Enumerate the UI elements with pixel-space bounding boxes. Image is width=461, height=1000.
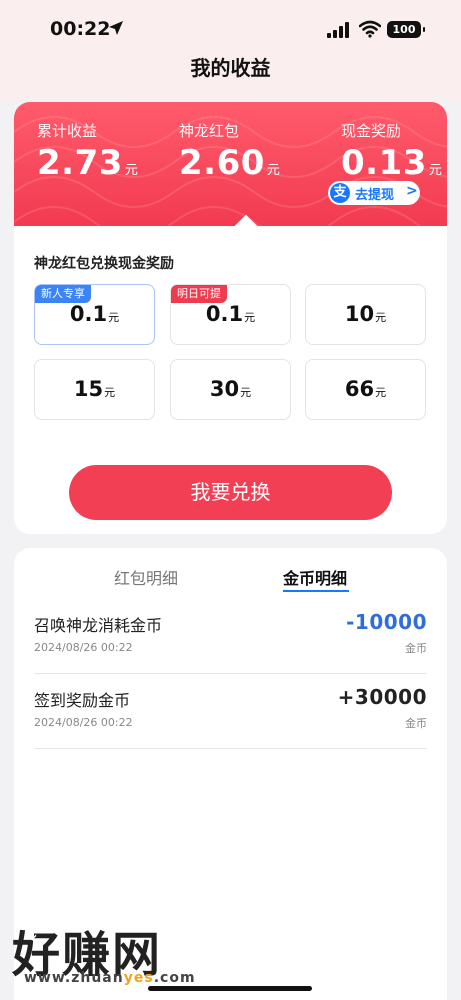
row-title: 签到奖励金币 [34,691,131,710]
row-amount: +30000 [337,685,427,709]
option-amount-value: 10 [344,302,375,326]
option-amount-value: 15 [73,377,104,401]
new-user-tag: 新人专享 [35,285,91,303]
list-item: 召唤神龙消耗金币 2024/08/26 00:22 -10000 金币 [34,598,427,674]
page-header: 我的收益 [0,40,461,100]
option-unit: 元 [375,311,387,324]
withdraw-button[interactable]: 支 去提现 > [328,181,420,205]
watermark-url-accent: yes [123,970,154,986]
exchange-option-30[interactable]: 30元 [170,359,291,420]
exchange-option-15[interactable]: 15元 [34,359,155,420]
cellular-signal-icon [327,22,349,38]
page-title: 我的收益 [190,56,271,80]
option-unit: 元 [375,386,387,399]
total-earnings-unit: 元 [124,163,139,178]
alipay-icon: 支 [330,183,350,203]
option-unit: 元 [104,386,116,399]
withdraw-label: 去提现 [355,188,395,203]
option-unit: 元 [240,386,252,399]
option-amount: 0.1元 [171,302,290,326]
total-earnings-value: 2.73 元 [37,143,138,183]
tab-redpacket-details[interactable]: 红包明细 [114,565,178,589]
tab-coin-details[interactable]: 金币明细 [283,565,347,589]
watermark-url-part: www.zhuan [24,970,124,986]
option-amount: 30元 [171,377,290,401]
location-arrow-icon [109,21,123,35]
total-earnings-number: 2.73 [37,143,123,183]
dragon-redpacket-value: 2.60 元 [179,143,280,183]
battery-icon: 100 [387,21,425,38]
option-amount: 15元 [35,377,154,401]
option-unit: 元 [244,311,256,324]
chevron-right-icon: > [406,183,418,199]
row-unit: 金币 [405,717,427,730]
watermark-url-part: .com [153,970,196,986]
option-unit: 元 [108,311,120,324]
exchange-option-0-1-tomorrow[interactable]: 明日可提 0.1元 [170,284,291,345]
exchange-option-66[interactable]: 66元 [305,359,426,420]
exchange-option-0-1-newuser[interactable]: 新人专享 0.1元 [34,284,155,345]
option-amount-value: 30 [209,377,240,401]
row-amount: -10000 [346,610,427,634]
exchange-option-10[interactable]: 10元 [305,284,426,345]
dragon-redpacket-label: 神龙红包 [179,122,240,140]
watermark-url: www.zhuanyes.com [24,970,196,986]
row-time: 2024/08/26 00:22 [34,716,133,729]
cash-reward-value: 0.13 元 [341,143,442,183]
list-item: 签到奖励金币 2024/08/26 00:22 +30000 金币 [34,673,427,749]
status-time: 00:22 [50,18,111,40]
option-amount: 66元 [306,377,425,401]
cash-reward-number: 0.13 [341,143,427,183]
dragon-redpacket: 神龙红包 2.60 元 [179,120,280,183]
option-amount-value: 0.1 [205,302,244,326]
active-tab-indicator [283,590,349,592]
dragon-redpacket-number: 2.60 [179,143,265,183]
cash-reward: 现金奖励 0.13 元 [341,120,442,183]
total-earnings: 累计收益 2.73 元 [37,120,138,183]
exchange-button[interactable]: 我要兑换 [69,465,392,520]
option-amount: 0.1元 [35,302,154,326]
back-icon[interactable]: ‹ [30,926,38,950]
cash-reward-label: 现金奖励 [341,122,402,140]
option-amount: 10元 [306,302,425,326]
row-unit: 金币 [405,642,427,655]
row-title: 召唤神龙消耗金币 [34,616,163,635]
home-indicator [148,986,312,991]
exchange-title: 神龙红包兑换现金奖励 [34,256,174,272]
wifi-icon [359,20,381,38]
total-earnings-label: 累计收益 [37,122,98,140]
cash-reward-unit: 元 [428,163,443,178]
tomorrow-tag: 明日可提 [171,285,227,303]
exchange-card: 神龙红包兑换现金奖励 新人专享 0.1元 明日可提 0.1元 10元 15元 3… [14,214,447,534]
row-time: 2024/08/26 00:22 [34,641,133,654]
dragon-redpacket-unit: 元 [266,163,281,178]
earnings-card: 累计收益 2.73 元 神龙红包 2.60 元 现金奖励 0.13 元 [14,102,447,228]
option-amount-value: 66 [344,377,375,401]
option-amount-value: 0.1 [69,302,108,326]
